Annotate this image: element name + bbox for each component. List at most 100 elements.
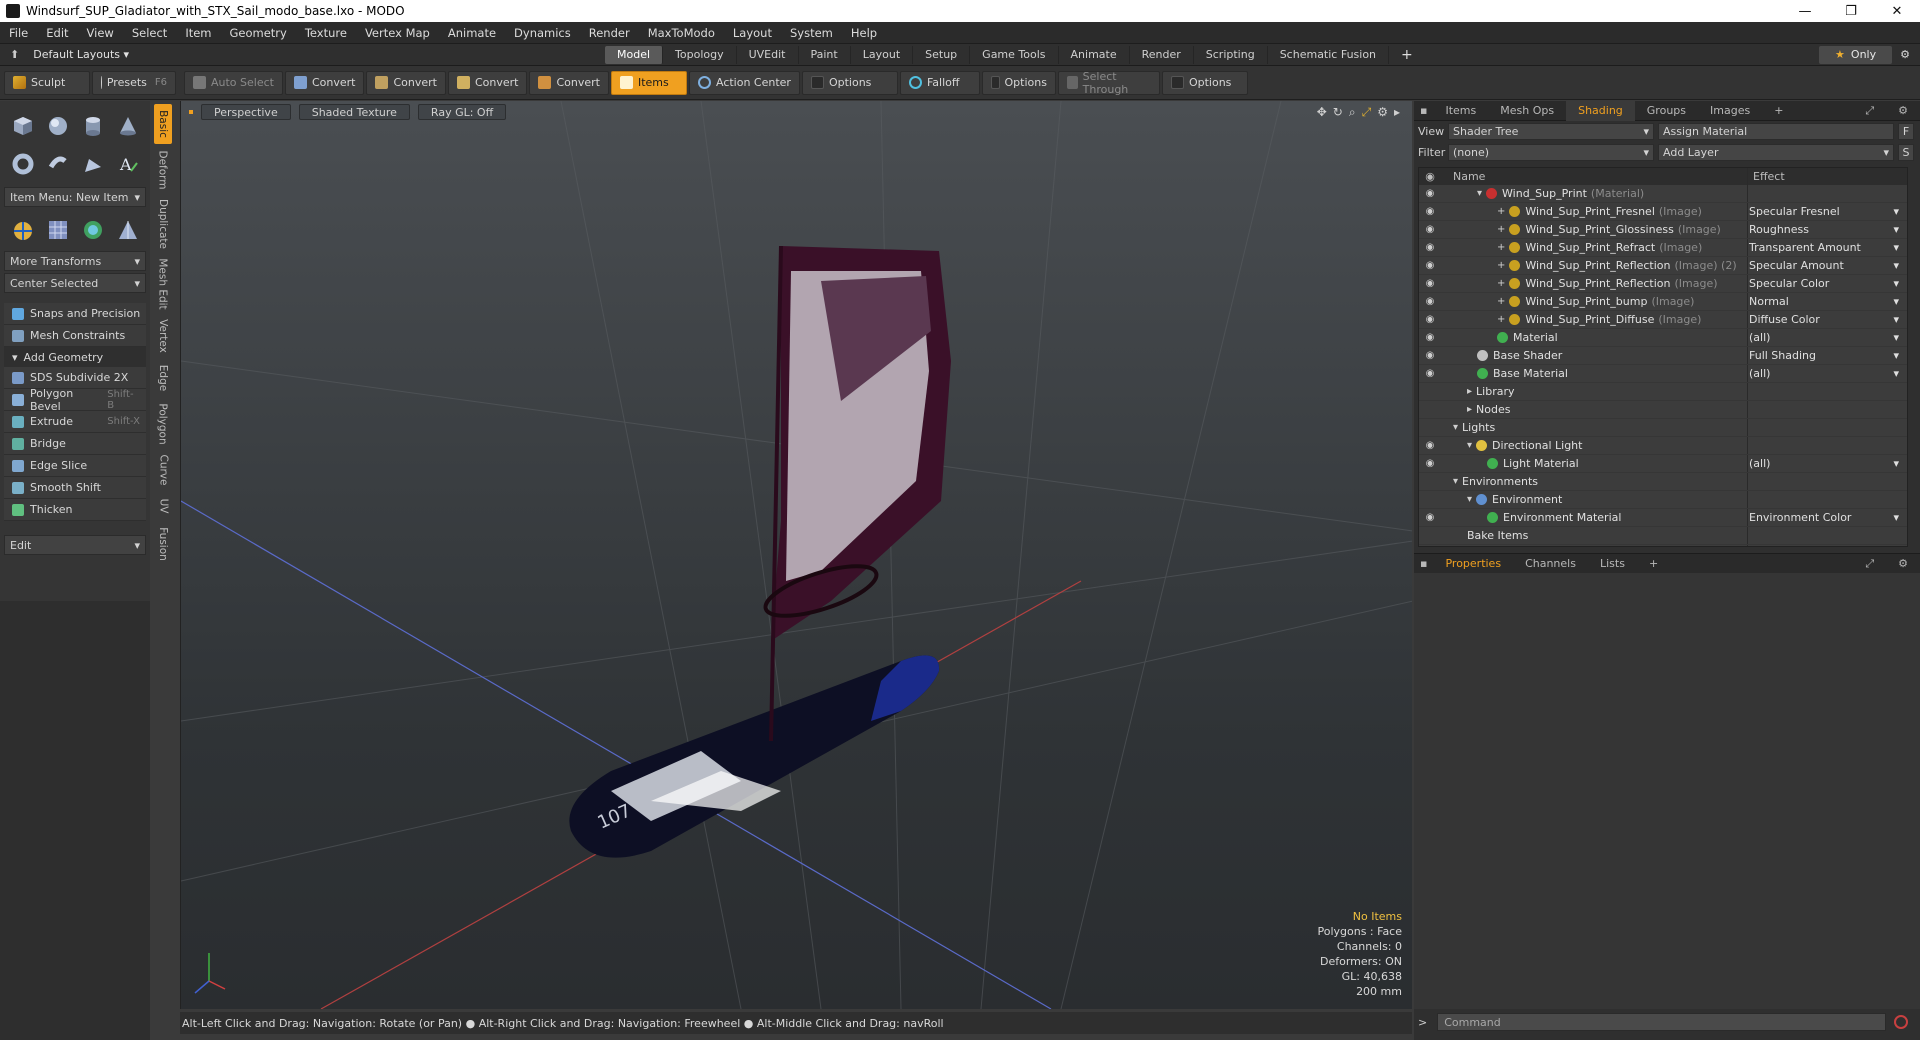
tab-images[interactable]: Images — [1698, 101, 1762, 121]
menu-layout[interactable]: Layout — [724, 26, 781, 40]
auto-select-button[interactable]: Auto Select — [184, 70, 283, 95]
eye-icon[interactable]: ◉ — [1419, 332, 1441, 343]
tab-uvedit[interactable]: UVEdit — [737, 45, 799, 64]
mesh-constraints-button[interactable]: Mesh Constraints — [4, 325, 146, 347]
props-settings-icon[interactable]: ⚙ — [1886, 557, 1920, 570]
sidetab-vertex[interactable]: Vertex — [154, 316, 172, 356]
tab-lists[interactable]: Lists — [1588, 557, 1637, 570]
expand-toggle-icon[interactable]: + — [1497, 224, 1505, 235]
tab-properties[interactable]: Properties — [1433, 557, 1513, 570]
expand-toggle-icon[interactable]: + — [1497, 314, 1505, 325]
eye-icon[interactable]: ◉ — [1419, 206, 1441, 217]
sidetab-curve[interactable]: Curve — [154, 452, 172, 488]
tab-setup[interactable]: Setup — [913, 45, 971, 64]
convert-polygons-button[interactable]: Convert — [447, 70, 528, 95]
add-tab-button[interactable]: + — [1389, 46, 1425, 64]
tab-render[interactable]: Render — [1130, 45, 1194, 64]
sidetab-polygon[interactable]: Polygon — [154, 400, 172, 448]
menu-maxtomodo[interactable]: MaxToModo — [639, 26, 724, 40]
effect-dropdown[interactable]: Specular Color ▾ — [1749, 277, 1899, 290]
grid-tool-icon[interactable] — [43, 215, 72, 245]
effect-dropdown[interactable]: Transparent Amount ▾ — [1749, 241, 1899, 254]
effect-column-header[interactable]: Effect — [1753, 170, 1785, 183]
expand-toggle-icon[interactable]: ▾ — [1467, 494, 1472, 505]
capsule-icon[interactable] — [43, 149, 72, 179]
smooth-shift-button[interactable]: Smooth Shift — [4, 477, 146, 499]
eye-icon[interactable]: ◉ — [1419, 242, 1441, 253]
scale-tool-icon[interactable] — [113, 215, 142, 245]
shader-tree-row[interactable]: ◉ + Wind_Sup_Print_Glossiness (Image) Roughn… — [1419, 221, 1907, 239]
pen-icon[interactable] — [78, 149, 107, 179]
menu-help[interactable]: Help — [842, 26, 886, 40]
tab-topology[interactable]: Topology — [663, 45, 737, 64]
add-geometry-header[interactable]: ▾ Add Geometry — [4, 347, 146, 367]
command-input[interactable]: Command — [1437, 1013, 1886, 1031]
expand-toggle-icon[interactable]: ▾ — [1453, 476, 1458, 487]
viewport-menu-dot[interactable] — [189, 110, 193, 114]
menu-dynamics[interactable]: Dynamics — [505, 26, 580, 40]
gear-icon[interactable]: ⚙ — [1900, 48, 1910, 61]
menu-render[interactable]: Render — [580, 26, 639, 40]
shader-tree-row[interactable]: ▾ Lights — [1419, 419, 1907, 437]
shader-tree-row[interactable]: ▾ Environment — [1419, 491, 1907, 509]
props-expand-icon[interactable]: ⤢ — [1853, 557, 1886, 571]
shader-tree-row[interactable]: ◉ + Wind_Sup_Print_Refract (Image) Transpare… — [1419, 239, 1907, 257]
view-dropdown[interactable]: Shader Tree ▾ — [1448, 123, 1654, 140]
close-button[interactable]: ✕ — [1874, 0, 1920, 22]
expand-toggle-icon[interactable]: + — [1497, 278, 1505, 289]
panel-settings-icon[interactable]: ⚙ — [1886, 101, 1920, 121]
sculpt-button[interactable]: Sculpt — [4, 70, 90, 95]
expand-toggle-icon[interactable]: + — [1497, 242, 1505, 253]
select-through-options-button[interactable]: Options — [1161, 70, 1248, 95]
tab-animate[interactable]: Animate — [1059, 45, 1130, 64]
raygl-dropdown[interactable]: Ray GL: Off — [417, 104, 507, 120]
menu-animate[interactable]: Animate — [439, 26, 505, 40]
convert-edges-button[interactable]: Convert — [366, 70, 446, 95]
effect-dropdown[interactable]: Environment Color ▾ — [1749, 511, 1899, 524]
expand-toggle-icon[interactable]: + — [1497, 206, 1505, 217]
zoom-icon[interactable]: ⌕ — [1349, 105, 1356, 120]
tab-paint[interactable]: Paint — [799, 45, 851, 64]
layout-selector[interactable]: ⬆ Default Layouts ▾ — [0, 48, 605, 61]
more-transforms-dropdown[interactable]: More Transforms ▾ — [4, 251, 146, 271]
action-center-button[interactable]: Action Center — [688, 70, 800, 95]
effect-dropdown[interactable]: (all) ▾ — [1749, 367, 1899, 380]
text-icon[interactable]: A — [113, 149, 142, 179]
effect-dropdown[interactable]: Diffuse Color ▾ — [1749, 313, 1899, 326]
pan-icon[interactable]: ✥ — [1317, 105, 1327, 120]
tab-shading[interactable]: Shading — [1566, 100, 1635, 121]
effect-dropdown[interactable]: Normal ▾ — [1749, 295, 1899, 308]
tab-channels[interactable]: Channels — [1513, 557, 1588, 570]
expand-toggle-icon[interactable]: ▾ — [1467, 440, 1472, 451]
props-menu-icon[interactable]: ▪ — [1414, 557, 1433, 570]
items-mode-button[interactable]: Items — [610, 70, 687, 95]
record-icon[interactable] — [1894, 1015, 1908, 1029]
tab-scripting[interactable]: Scripting — [1194, 45, 1268, 64]
eye-icon[interactable]: ◉ — [1419, 512, 1441, 523]
shader-tree-row[interactable]: ◉ ▾ Directional Light — [1419, 437, 1907, 455]
add-layer-dropdown[interactable]: Add Layer ▾ — [1658, 144, 1894, 161]
3d-viewport[interactable]: 107 Perspective Shaded Texture Ray GL: O… — [180, 101, 1412, 1009]
shader-tree-row[interactable]: ◉ + Wind_Sup_Print_bump (Image) Normal ▾ — [1419, 293, 1907, 311]
eye-icon[interactable]: ◉ — [1419, 458, 1441, 469]
expand-toggle-icon[interactable]: ▸ — [1467, 386, 1472, 397]
item-menu-dropdown[interactable]: Item Menu: New Item ▾ — [4, 187, 146, 207]
select-through-button[interactable]: Select Through — [1057, 70, 1160, 96]
minimize-button[interactable]: — — [1782, 0, 1828, 22]
thicken-button[interactable]: Thicken — [4, 499, 146, 521]
eye-icon[interactable]: ◉ — [1419, 278, 1441, 289]
menu-select[interactable]: Select — [123, 26, 176, 40]
effect-dropdown[interactable]: (all) ▾ — [1749, 457, 1899, 470]
polygon-bevel-button[interactable]: Polygon Bevel Shift-B — [4, 387, 146, 413]
bridge-button[interactable]: Bridge — [4, 433, 146, 455]
menu-view[interactable]: View — [78, 26, 123, 40]
shader-tree-row[interactable]: ▾ Environments — [1419, 473, 1907, 491]
effect-dropdown[interactable]: (all) ▾ — [1749, 331, 1899, 344]
filter-dropdown[interactable]: (none) ▾ — [1448, 144, 1654, 161]
tab-items[interactable]: Items — [1433, 101, 1488, 121]
add-props-tab-button[interactable]: + — [1637, 557, 1670, 570]
extrude-button[interactable]: Extrude Shift-X — [4, 411, 146, 433]
f-button[interactable]: F — [1898, 123, 1914, 140]
torus-icon[interactable] — [8, 149, 37, 179]
eye-icon[interactable]: ◉ — [1419, 224, 1441, 235]
